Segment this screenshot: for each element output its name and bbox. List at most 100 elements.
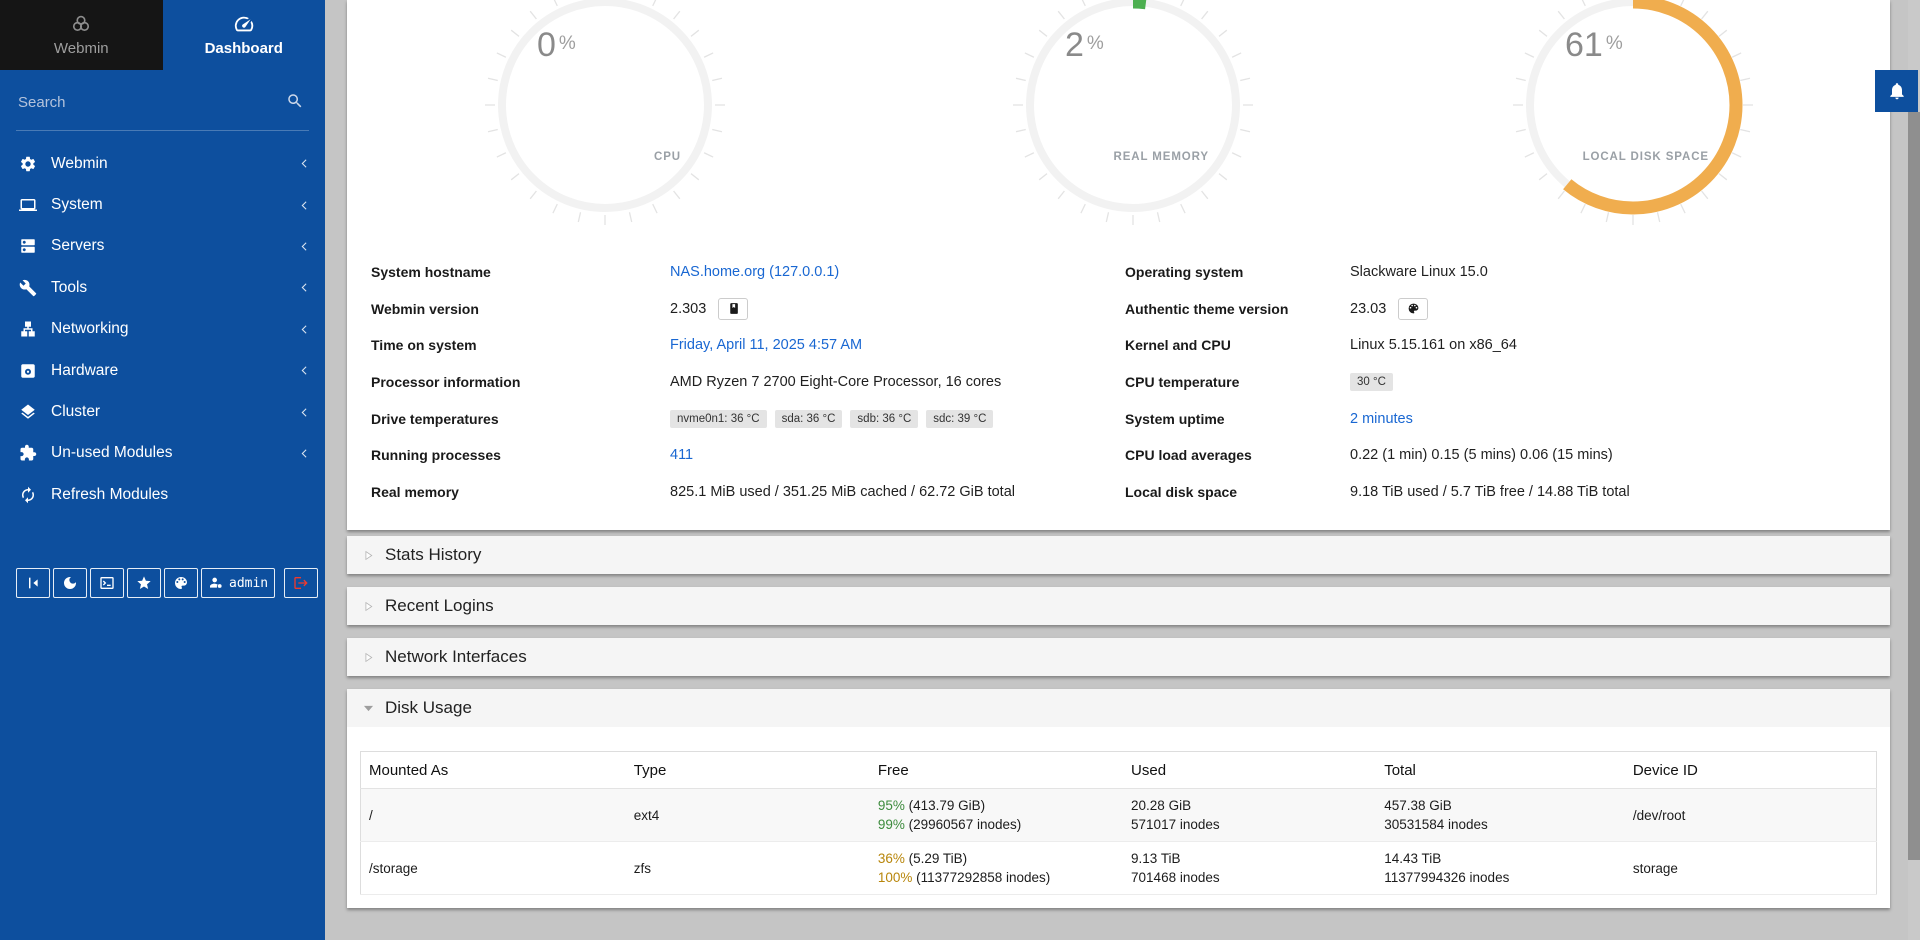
- network-icon: [19, 320, 37, 338]
- sidebar-tabs: Webmin Dashboard: [0, 0, 325, 70]
- column-header: Total: [1376, 752, 1625, 789]
- info-text: 0.22 (1 min) 0.15 (5 mins) 0.06 (15 mins…: [1350, 447, 1613, 463]
- system-info-left: System hostnameNAS.home.org (127.0.0.1) W…: [371, 254, 1116, 510]
- favorites-button[interactable]: [127, 568, 161, 598]
- temperature-badge: nvme0n1: 36 °C: [670, 410, 767, 428]
- info-label: Time on system: [371, 337, 670, 353]
- sidebar-item-webmin[interactable]: Webmin: [0, 143, 325, 184]
- cell-free: 95% (413.79 GiB)99% (29960567 inodes): [870, 789, 1123, 842]
- night-mode-button[interactable]: [53, 568, 87, 598]
- sidebar-divider: [16, 130, 309, 131]
- system-info-right: Operating systemSlackware Linux 15.0Auth…: [1125, 254, 1870, 510]
- collapse-icon: [25, 575, 41, 591]
- disk-usage-body: Mounted AsTypeFreeUsedTotalDevice ID/ext…: [347, 727, 1890, 908]
- info-label: Operating system: [1125, 264, 1350, 280]
- info-row: Processor informationAMD Ryzen 7 2700 Ei…: [371, 374, 1116, 390]
- info-row: CPU load averages0.22 (1 min) 0.15 (5 mi…: [1125, 447, 1870, 463]
- refresh-icon: [19, 486, 37, 504]
- sidebar-item-servers[interactable]: Servers: [0, 226, 325, 267]
- search-input[interactable]: [18, 86, 273, 118]
- cell-total: 14.43 TiB11377994326 inodes: [1376, 842, 1625, 895]
- cell-mounted: /storage: [361, 842, 626, 895]
- palette-icon: [1407, 302, 1420, 315]
- module-version-button[interactable]: [718, 298, 748, 320]
- info-label: Real memory: [371, 484, 670, 500]
- info-label: Kernel and CPU: [1125, 337, 1350, 353]
- theme-palette-button[interactable]: [164, 568, 198, 598]
- collapse-sidebar-button[interactable]: [16, 568, 50, 598]
- info-link[interactable]: NAS.home.org (127.0.0.1): [670, 264, 839, 280]
- column-header: Free: [870, 752, 1123, 789]
- logout-button[interactable]: [284, 568, 318, 598]
- gauge-value: 2%: [1065, 26, 1104, 65]
- info-text: 9.18 TiB used / 5.7 TiB free / 14.88 TiB…: [1350, 484, 1630, 500]
- temperature-badge: sdb: 36 °C: [850, 410, 918, 428]
- panel-header[interactable]: Recent Logins: [347, 587, 1890, 625]
- panel-header[interactable]: Stats History: [347, 536, 1890, 574]
- caret-down-icon: [362, 702, 375, 715]
- sidebar-item-label: Webmin: [51, 155, 298, 173]
- version-text: 23.03: [1350, 301, 1386, 317]
- sidebar-item-tools[interactable]: Tools: [0, 267, 325, 308]
- column-header: Used: [1123, 752, 1376, 789]
- hdd-icon: [19, 362, 37, 380]
- page-scrollbar-thumb[interactable]: [1908, 112, 1920, 860]
- table-header-row: Mounted AsTypeFreeUsedTotalDevice ID: [361, 752, 1877, 789]
- info-label: CPU temperature: [1125, 374, 1350, 390]
- moon-icon: [62, 575, 78, 591]
- search-icon[interactable]: [286, 92, 304, 110]
- info-label: System hostname: [371, 264, 670, 280]
- sidebar-item-hardware[interactable]: Hardware: [0, 350, 325, 391]
- info-label: Drive temperatures: [371, 411, 670, 427]
- panel-header[interactable]: Network Interfaces: [347, 638, 1890, 676]
- terminal-button[interactable]: [90, 568, 124, 598]
- module-icon: [727, 302, 740, 315]
- tools-icon: [19, 279, 37, 297]
- sidebar: Webmin Dashboard Webmin SystemServersTool…: [0, 0, 325, 940]
- info-label: Running processes: [371, 447, 670, 463]
- panel-title: Stats History: [385, 545, 481, 565]
- chevron-left-icon: [298, 157, 311, 170]
- panel-title: Recent Logins: [385, 596, 494, 616]
- column-header: Mounted As: [361, 752, 626, 789]
- panel-network-interfaces: Network Interfaces: [347, 638, 1890, 676]
- panel-disk-usage-header[interactable]: Disk Usage: [347, 689, 1890, 727]
- info-label: Processor information: [371, 374, 670, 390]
- sidebar-item-networking[interactable]: Networking: [0, 309, 325, 350]
- chevron-left-icon: [298, 364, 311, 377]
- tab-webmin[interactable]: Webmin: [0, 0, 163, 70]
- sidebar-menu: Webmin SystemServersTools Networking Hardwa…: [0, 143, 325, 516]
- sidebar-item-label: Networking: [51, 320, 298, 338]
- info-link[interactable]: 411: [670, 447, 693, 463]
- layers-icon: [19, 403, 37, 421]
- palette-version-button[interactable]: [1398, 298, 1428, 320]
- gear-icon: [19, 155, 37, 173]
- info-label: Local disk space: [1125, 484, 1350, 500]
- panel-recent-logins: Recent Logins: [347, 587, 1890, 625]
- chevron-left-icon: [298, 240, 311, 253]
- cell-mounted: /: [361, 789, 626, 842]
- sidebar-item-cluster[interactable]: Cluster: [0, 391, 325, 432]
- sidebar-item-system[interactable]: System: [0, 184, 325, 225]
- info-link[interactable]: Friday, April 11, 2025 4:57 AM: [670, 337, 862, 353]
- notifications-button[interactable]: [1875, 70, 1918, 112]
- info-label: Webmin version: [371, 301, 670, 317]
- tab-dashboard[interactable]: Dashboard: [163, 0, 326, 70]
- info-row: Time on systemFriday, April 11, 2025 4:5…: [371, 337, 1116, 353]
- info-row: Kernel and CPULinux 5.15.161 on x86_64: [1125, 337, 1870, 353]
- panel-disk-usage: Disk Usage Mounted AsTypeFreeUsedTotalDe…: [347, 689, 1890, 908]
- column-header: Type: [626, 752, 870, 789]
- info-row: Local disk space9.18 TiB used / 5.7 TiB …: [1125, 484, 1870, 500]
- cell-used: 20.28 GiB571017 inodes: [1123, 789, 1376, 842]
- sidebar-item-refresh-modules[interactable]: Refresh Modules: [0, 474, 325, 515]
- sidebar-item-label: Cluster: [51, 403, 298, 421]
- info-link[interactable]: 2 minutes: [1350, 411, 1413, 427]
- user-account-button[interactable]: admin: [201, 568, 275, 598]
- sidebar-item-un-used-modules[interactable]: Un-used Modules: [0, 433, 325, 474]
- temperature-badge: sdc: 39 °C: [926, 410, 993, 428]
- logout-icon: [293, 575, 309, 591]
- version-text: 2.303: [670, 301, 706, 317]
- gauge-value: 0%: [537, 26, 576, 65]
- table-row: /ext495% (413.79 GiB)99% (29960567 inode…: [361, 789, 1877, 842]
- chevron-left-icon: [298, 323, 311, 336]
